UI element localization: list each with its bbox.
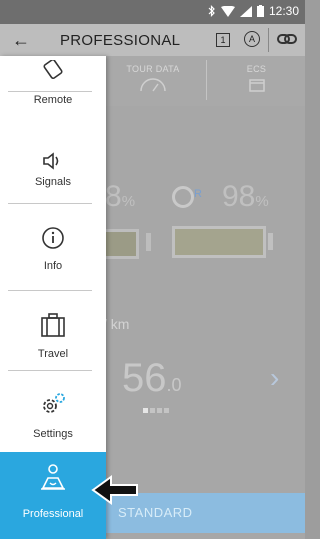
- suitcase-icon: [0, 304, 106, 338]
- drawer-item-signals-label: Signals: [34, 176, 72, 188]
- drawer-item-professional-label: Professional: [22, 508, 84, 520]
- speed-integer: 56: [122, 356, 167, 400]
- standard-mode-label: STANDARD: [118, 505, 193, 520]
- wifi-icon: [220, 5, 235, 17]
- battery-left-tip: [146, 233, 151, 251]
- annotation-arrow-icon: [91, 475, 138, 505]
- remote-icon: [0, 56, 106, 80]
- battery-left-percent: 8%: [105, 180, 135, 214]
- tab-ecs[interactable]: ECS: [208, 56, 305, 106]
- drawer-item-settings-label: Settings: [33, 428, 73, 440]
- page-indicator: [143, 408, 169, 413]
- tab-tour-data[interactable]: TOUR DATA: [102, 56, 204, 106]
- battery-right-tip: [268, 233, 273, 250]
- battery-right-value: 98: [222, 180, 256, 213]
- drawer-item-travel-label: Travel: [37, 348, 69, 360]
- app-bar-divider: [268, 28, 269, 52]
- drawer-item-signals[interactable]: Signals: [0, 136, 106, 188]
- tab-tour-data-label: TOUR DATA: [126, 64, 180, 74]
- drawer-divider: [8, 203, 92, 204]
- tab-ecs-label: ECS: [246, 64, 267, 74]
- status-bar: 12:30: [0, 0, 305, 24]
- page-dot: [143, 408, 148, 413]
- page-title: PROFESSIONAL: [60, 32, 181, 49]
- tab-row: TOUR DATA ECS: [88, 56, 305, 106]
- page-dot: [157, 408, 162, 413]
- speed-value: 56.0: [122, 356, 182, 401]
- auto-mode-icon[interactable]: A: [244, 31, 260, 47]
- page-dot: [164, 408, 169, 413]
- battery-right-bar: [172, 226, 266, 258]
- battery-right-unit: %: [255, 193, 269, 210]
- status-time: 12:30: [268, 4, 299, 18]
- calendar-icon: [248, 79, 265, 92]
- drawer-item-remote-label: Remote: [33, 94, 73, 106]
- signal-icon: [239, 5, 252, 17]
- speed-unit: / km: [103, 316, 130, 332]
- range-badge-icon: R: [172, 186, 202, 208]
- drawer-divider: [8, 370, 92, 371]
- info-icon: [0, 216, 106, 250]
- drawer-item-travel[interactable]: Travel: [0, 304, 106, 360]
- page-dot: [150, 408, 155, 413]
- numbered-box-icon[interactable]: 1: [216, 33, 230, 47]
- status-icons: 12:30: [208, 4, 299, 18]
- speaker-icon: [0, 136, 106, 170]
- navigation-drawer: Remote Signals Info Travel Settings Prof…: [0, 56, 106, 539]
- back-arrow-icon[interactable]: ←: [12, 30, 30, 51]
- drawer-divider: [8, 91, 92, 92]
- speed-decimal: .0: [166, 375, 182, 395]
- drawer-divider: [8, 290, 92, 291]
- tab-divider: [206, 60, 207, 100]
- gears-icon: [0, 384, 106, 418]
- battery-left-unit: %: [121, 193, 136, 210]
- battery-left-value: 8: [105, 180, 122, 213]
- gauge-icon: [140, 78, 166, 92]
- app-bar: ← PROFESSIONAL 1 A: [0, 24, 305, 56]
- drawer-item-settings[interactable]: Settings: [0, 384, 106, 440]
- drawer-item-remote[interactable]: Remote: [0, 56, 106, 112]
- battery-right-percent: 98%: [222, 180, 269, 214]
- drawer-item-info-label: Info: [43, 260, 63, 272]
- bluetooth-icon: [208, 5, 215, 17]
- range-badge-label: R: [194, 188, 202, 200]
- link-icon[interactable]: [276, 30, 298, 48]
- chevron-right-icon[interactable]: ›: [270, 362, 279, 394]
- drawer-item-info[interactable]: Info: [0, 216, 106, 272]
- battery-icon: [256, 5, 264, 17]
